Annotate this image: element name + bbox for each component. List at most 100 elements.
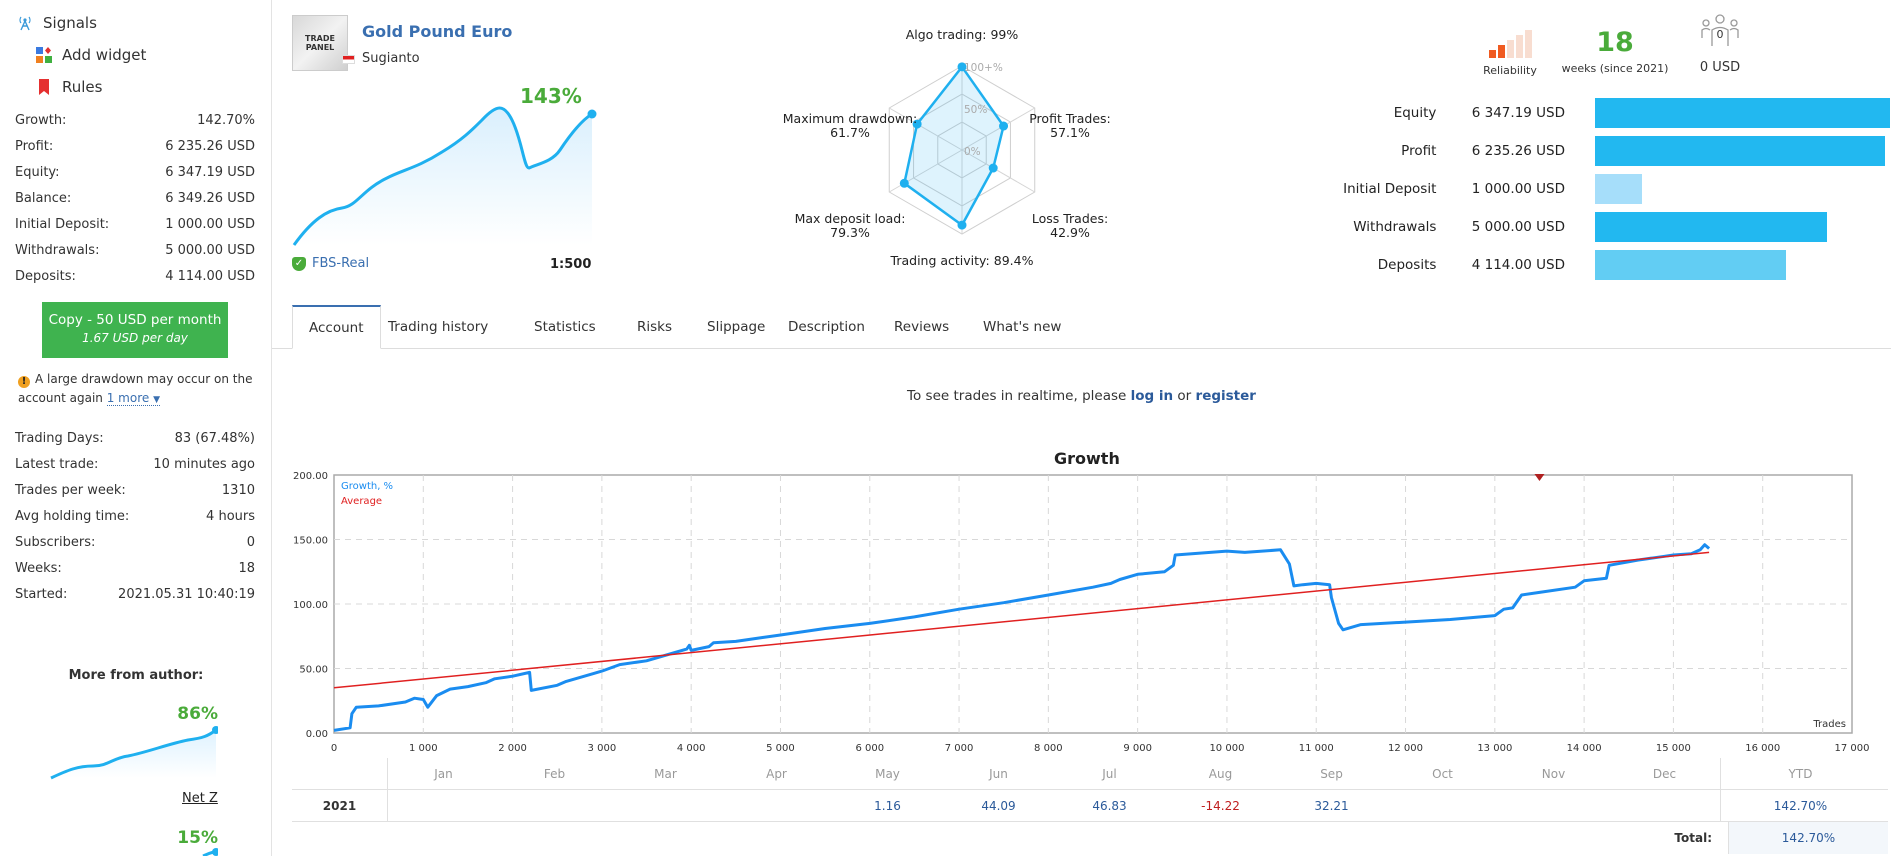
balance-bar-fill bbox=[1595, 136, 1885, 166]
balance-bar-label: Initial Deposit bbox=[1343, 181, 1437, 197]
tab-account[interactable]: Account bbox=[292, 305, 381, 349]
tab-risks[interactable]: Risks bbox=[621, 305, 688, 349]
verified-shield-icon: ✓ bbox=[292, 256, 306, 271]
broker-link[interactable]: ✓ FBS-Real bbox=[292, 256, 369, 271]
nav-rules-label: Rules bbox=[62, 78, 103, 96]
month-header: Dec bbox=[1652, 766, 1677, 781]
author-signal-card[interactable]: 86% bbox=[48, 700, 218, 780]
warning-icon: ! bbox=[18, 376, 30, 388]
balance-bar-fill bbox=[1595, 98, 1890, 128]
month-value[interactable]: 32.21 bbox=[1276, 799, 1387, 813]
signal-author[interactable]: Sugianto bbox=[362, 51, 420, 66]
x-tick-label: 3 000 bbox=[588, 743, 617, 754]
stat-label: Trades per week: bbox=[15, 482, 126, 498]
stat-label: Deposits: bbox=[15, 268, 76, 284]
month-header: Jul bbox=[1102, 766, 1117, 781]
reliability-bar bbox=[1515, 35, 1523, 58]
copy-price-daily: 1.67 USD per day bbox=[82, 331, 188, 345]
tab-slippage[interactable]: Slippage bbox=[691, 305, 781, 349]
month-value[interactable]: 46.83 bbox=[1054, 799, 1165, 813]
radar-label-name: Loss Trades: bbox=[1031, 211, 1109, 226]
x-tick-label: 11 000 bbox=[1299, 743, 1334, 754]
stat-row: Deposits: 4 114.00 USD bbox=[15, 263, 255, 289]
stat-label: Profit: bbox=[15, 138, 54, 154]
month-header: Oct bbox=[1432, 766, 1453, 781]
nav-signals[interactable]: Signals bbox=[17, 14, 97, 32]
tab-what-s-new[interactable]: What's new bbox=[967, 305, 1077, 349]
reliability-bar bbox=[1524, 30, 1532, 58]
register-link[interactable]: register bbox=[1196, 388, 1256, 404]
y-tick-label: 200.00 bbox=[293, 471, 328, 482]
tab-trading-history[interactable]: Trading history bbox=[372, 305, 504, 349]
month-value[interactable]: 1.16 bbox=[832, 799, 943, 813]
x-tick-label: 14 000 bbox=[1567, 743, 1602, 754]
x-tick-label: 10 000 bbox=[1209, 743, 1244, 754]
balance-bar-fill bbox=[1595, 174, 1642, 204]
x-tick-label: 16 000 bbox=[1745, 743, 1780, 754]
x-tick-label: 12 000 bbox=[1388, 743, 1423, 754]
nav-add-widget[interactable]: Add widget bbox=[36, 46, 146, 64]
balance-bar-label: Withdrawals bbox=[1353, 219, 1437, 235]
balance-bar-row: Withdrawals 5 000.00 USD bbox=[1330, 208, 1890, 246]
nav-rules[interactable]: Rules bbox=[36, 78, 102, 96]
stat-label: Withdrawals: bbox=[15, 242, 100, 258]
weeks-count: 18 bbox=[1596, 27, 1634, 58]
balance-bar-fill bbox=[1595, 212, 1828, 242]
more-from-author-heading: More from author: bbox=[68, 668, 204, 683]
copy-price-monthly: Copy - 50 USD per month bbox=[48, 312, 222, 328]
stat-row: Weeks: 18 bbox=[15, 555, 255, 581]
risk-radar-chart: 100+% 50% 0% Algo trading: 99% Profit Trade… bbox=[770, 20, 1111, 280]
stat-label: Weeks: bbox=[15, 560, 62, 576]
copy-subscribe-button[interactable]: Copy - 50 USD per month 1.67 USD per day bbox=[42, 302, 228, 358]
radar-point bbox=[899, 178, 909, 188]
balance-bars: Equity 6 347.19 USD Profit 6 235.26 USD Init… bbox=[1330, 94, 1890, 284]
radar-label-value: 57.1% bbox=[1050, 125, 1090, 140]
trading-stats: Trading Days: 83 (67.48%) Latest trade: 10 … bbox=[15, 425, 255, 607]
weeks-label: weeks (since 2021) bbox=[1561, 62, 1669, 75]
country-flag-icon bbox=[342, 55, 355, 64]
tab-statistics[interactable]: Statistics bbox=[518, 305, 612, 349]
x-tick-label: 1 000 bbox=[409, 743, 438, 754]
y-tick-label: 100.00 bbox=[293, 600, 328, 611]
author-signal-sparkline bbox=[202, 848, 218, 856]
tab-description[interactable]: Description bbox=[772, 305, 881, 349]
month-header: Mar bbox=[654, 766, 677, 781]
tab-reviews[interactable]: Reviews bbox=[878, 305, 965, 349]
balance-bar-track bbox=[1595, 136, 1890, 166]
author-signal-card[interactable]: 15% bbox=[48, 828, 218, 856]
stat-label: Started: bbox=[15, 586, 68, 602]
legend-entry: Average bbox=[341, 496, 382, 507]
x-tick-label: 13 000 bbox=[1477, 743, 1512, 754]
x-tick-label: 17 000 bbox=[1835, 743, 1870, 754]
bookmark-icon bbox=[39, 79, 49, 95]
radar-label-value: 42.9% bbox=[1050, 225, 1090, 240]
radar-scale-label: 0% bbox=[964, 146, 981, 158]
signal-title[interactable]: Gold Pound Euro bbox=[362, 22, 512, 41]
signal-logo: TRADE PANEL bbox=[292, 15, 348, 71]
month-value[interactable]: -14.22 bbox=[1165, 799, 1276, 813]
radar-label-name: Maximum drawdown: bbox=[782, 111, 918, 126]
month-header: Feb bbox=[543, 766, 566, 781]
radar-label: Maximum drawdown: 61.7% bbox=[783, 112, 917, 140]
broker-name: FBS-Real bbox=[312, 256, 370, 271]
radar-label: Profit Trades: 57.1% bbox=[1029, 112, 1111, 140]
nav-add-widget-label: Add widget bbox=[62, 46, 147, 64]
balance-bar-row: Equity 6 347.19 USD bbox=[1330, 94, 1890, 132]
radar-label-name: Profit Trades: bbox=[1029, 111, 1111, 126]
month-header: Jan bbox=[434, 766, 453, 781]
balance-bar-track bbox=[1595, 98, 1890, 128]
author-signal-link[interactable]: Net Z bbox=[182, 791, 218, 806]
month-header: Apr bbox=[766, 766, 787, 781]
x-tick-label: 15 000 bbox=[1656, 743, 1691, 754]
month-value[interactable]: 44.09 bbox=[943, 799, 1054, 813]
subscribers-icon: 0 bbox=[1701, 14, 1739, 46]
balance-bar-row: Deposits 4 114.00 USD bbox=[1330, 246, 1890, 284]
ytd-header: YTD bbox=[1720, 758, 1880, 789]
radar-label: Algo trading: 99% bbox=[906, 28, 1019, 42]
year-header bbox=[292, 758, 388, 789]
radar-label-value: 99% bbox=[990, 27, 1019, 42]
login-link[interactable]: log in bbox=[1131, 388, 1174, 404]
stat-label: Trading Days: bbox=[15, 430, 104, 446]
realtime-notice: To see trades in realtime, please log in… bbox=[0, 388, 1891, 404]
stat-label: Latest trade: bbox=[15, 456, 99, 472]
